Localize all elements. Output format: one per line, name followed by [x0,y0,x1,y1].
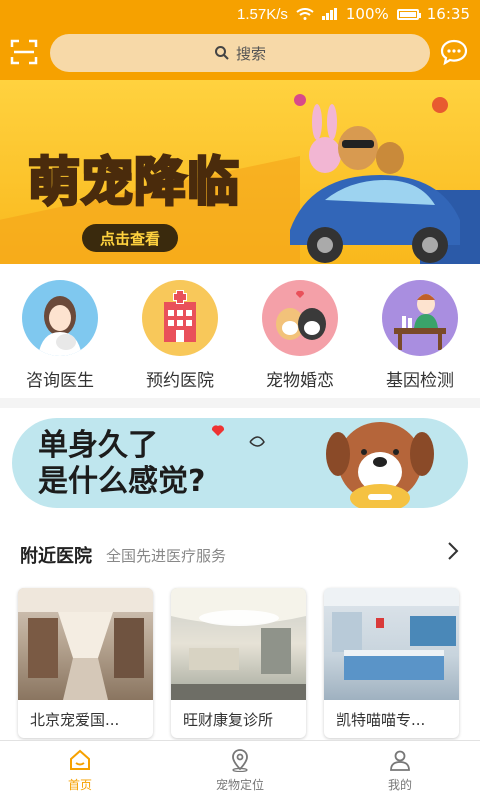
category-gene-test[interactable]: 基因检测 [365,280,475,398]
tab-mine[interactable]: 我的 [320,741,480,800]
category-label: 基因检测 [386,371,454,391]
banner-title: 萌宠降临 [26,152,241,215]
hospital-card[interactable]: 凯特喵喵专... [324,588,459,738]
clock: 16:35 [426,5,470,23]
category-label: 预约医院 [146,371,214,391]
section-subtitle: 全国先进医疗服务 [106,547,227,565]
message-icon[interactable] [440,38,468,66]
hospital-photo [18,588,153,700]
hospital-icon [142,280,218,356]
location-icon [232,749,248,772]
category-book-hospital[interactable]: 预约医院 [125,280,235,398]
section-divider [0,398,480,408]
hospital-card[interactable]: 旺财康复诊所 [171,588,306,738]
cartoon-pets-car-illustration [290,94,480,264]
battery-percent: 100% [345,5,389,23]
chevron-right-icon[interactable] [446,540,460,562]
banner-cta-button[interactable]: 点击查看 [82,224,178,252]
hospital-card[interactable]: 北京宠爱国... [18,588,153,738]
hero-banner[interactable]: 萌宠降临 点击查看 [0,80,480,264]
hospital-name: 凯特喵喵专... [336,711,426,729]
promo-line-2: 是什么感觉? [38,464,206,499]
gene-test-icon [382,280,458,356]
profile-icon [390,750,410,771]
hospital-photo [171,588,306,700]
sad-dog-illustration [326,422,434,508]
doctor-icon [22,280,98,356]
category-consult-doctor[interactable]: 咨询医生 [5,280,115,398]
hospital-photo [324,588,459,700]
tab-label: 首页 [67,778,92,792]
status-bar: 1.57K/s 100% 16:35 [0,0,480,28]
tab-label: 我的 [387,778,412,792]
tab-home[interactable]: 首页 [0,741,160,800]
tab-label: 宠物定位 [215,778,264,792]
wifi-icon [296,8,314,20]
app-screen: 1.57K/s 100% 16:35 搜索 萌宠降临 点击查看 咨询医生 预约医… [0,0,480,800]
bottom-tab-bar: 首页 宠物定位 我的 [0,740,480,800]
hospital-card-list: 北京宠爱国... 旺财康复诊所 凯特喵喵专... [18,588,480,738]
search-placeholder: 搜索 [235,44,266,63]
promo-banner[interactable]: 单身久了 是什么感觉? [12,418,468,508]
section-title: 附近医院 [20,546,92,567]
promo-line-1: 单身久了 [38,428,158,463]
promo-text: 单身久了 是什么感觉? [38,428,205,500]
hospital-name: 北京宠爱国... [30,711,120,729]
scan-icon[interactable] [10,38,38,66]
category-grid: 咨询医生 预约医院 宠物婚恋 基因检测 [0,264,480,398]
nearby-hospitals-header: 附近医院 全国先进医疗服务 [0,530,480,578]
net-speed: 1.57K/s [237,5,288,23]
hearts-decoration [211,425,265,447]
hospital-name: 旺财康复诊所 [183,711,274,729]
search-bar[interactable]: 搜索 [50,34,430,72]
signal-icon [321,8,338,20]
search-icon [214,46,229,60]
category-label: 宠物婚恋 [266,371,334,391]
category-pet-dating[interactable]: 宠物婚恋 [245,280,355,398]
home-icon [70,749,90,770]
pet-love-icon [262,280,338,356]
tab-pet-location[interactable]: 宠物定位 [160,741,320,800]
category-label: 咨询医生 [26,371,94,391]
battery-icon [396,8,421,20]
header: 搜索 [0,30,480,78]
top-bar: 1.57K/s 100% 16:35 搜索 [0,0,480,80]
